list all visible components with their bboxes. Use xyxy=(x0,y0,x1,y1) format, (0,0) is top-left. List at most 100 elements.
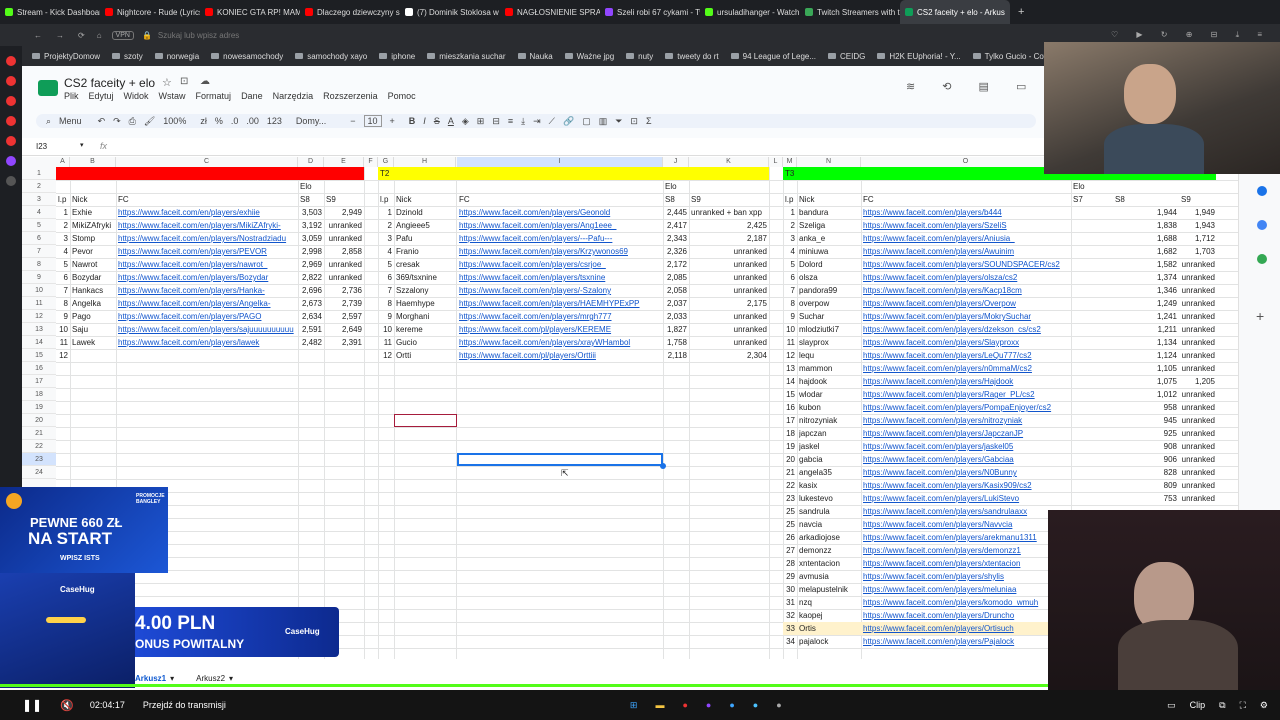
elo-s9[interactable]: unranked xyxy=(1181,440,1215,453)
column-header[interactable]: I xyxy=(457,157,663,167)
row-index[interactable]: 22 xyxy=(785,479,795,492)
nick-cell[interactable]: arkadiojose xyxy=(799,531,859,544)
fill-handle[interactable] xyxy=(660,463,666,469)
browser-tab[interactable]: Nightcore - Rude (Lyrics) xyxy=(100,0,200,24)
faceit-link[interactable]: https://www.faceit.com/en/players/demonz… xyxy=(863,544,1069,557)
filter-icon[interactable]: ⏷ xyxy=(615,116,622,127)
elo-s9[interactable]: unranked xyxy=(326,232,362,245)
align-icon[interactable]: ≡ xyxy=(508,116,513,126)
wrap-icon[interactable]: ⇥ xyxy=(533,116,541,127)
header-fc[interactable]: FC xyxy=(863,193,1069,206)
nick-cell[interactable]: kaopej xyxy=(799,609,859,622)
row-header[interactable]: 7 xyxy=(22,245,56,258)
nick-cell[interactable]: Franio xyxy=(396,245,454,258)
elo-s9[interactable]: unranked xyxy=(1181,388,1215,401)
paint-format-icon[interactable]: 🖌 xyxy=(144,116,155,127)
faceit-link[interactable]: https://www.faceit.com/en/players/exhiie xyxy=(118,206,296,219)
faceit-link[interactable]: https://www.faceit.com/en/players/N0Bunn… xyxy=(863,466,1069,479)
row-header[interactable]: 3 xyxy=(22,193,56,206)
nick-cell[interactable]: slayprox xyxy=(799,336,859,349)
strike-button[interactable]: S xyxy=(434,116,440,126)
sidebar-icon-5[interactable] xyxy=(6,136,16,146)
row-index[interactable]: 5 xyxy=(785,258,795,271)
sidebar-icon-4[interactable] xyxy=(6,116,16,126)
fullscreen-icon[interactable]: ⛶ xyxy=(1240,700,1246,711)
nick-cell[interactable]: japczan xyxy=(799,427,859,440)
faceit-link[interactable]: https://www.faceit.com/en/players/olsza/… xyxy=(863,271,1069,284)
row-header[interactable]: 16 xyxy=(22,362,56,375)
row-index[interactable]: 19 xyxy=(785,440,795,453)
row-index[interactable]: 9 xyxy=(785,310,795,323)
sheets-logo-icon[interactable] xyxy=(38,80,58,96)
column-header[interactable]: C xyxy=(116,157,298,167)
functions-icon[interactable]: Σ xyxy=(646,116,652,126)
header-lp[interactable]: l.p xyxy=(785,193,795,206)
nick-cell[interactable]: anka_e xyxy=(799,232,859,245)
sidebar-icon-2[interactable] xyxy=(6,76,16,86)
faceit-link[interactable]: https://www.faceit.com/en/players/PompaE… xyxy=(863,401,1069,414)
faceit-link[interactable]: https://www.faceit.com/en/players/HAEMHY… xyxy=(459,297,661,310)
elo-s8[interactable]: 1,241 xyxy=(1115,310,1177,323)
row-index[interactable]: 2 xyxy=(58,219,68,232)
explorer-icon[interactable]: ▬ xyxy=(655,700,664,710)
row-header[interactable]: 13 xyxy=(22,323,56,336)
row-index[interactable]: 12 xyxy=(58,349,68,362)
elo-s9[interactable]: unranked xyxy=(1181,349,1215,362)
faceit-link[interactable]: https://www.faceit.com/en/players/PEVOR xyxy=(118,245,296,258)
elo-s9[interactable]: unranked xyxy=(1181,414,1215,427)
elo-s8[interactable]: 809 xyxy=(1115,479,1177,492)
elo-s8[interactable]: 2,822 xyxy=(300,271,322,284)
menu-item[interactable]: Rozszerzenia xyxy=(323,91,378,101)
bookmark-item[interactable]: nuty xyxy=(626,52,653,61)
nick-cell[interactable]: Saju xyxy=(72,323,114,336)
faceit-link[interactable]: https://www.faceit.com/en/players/Kacp18… xyxy=(863,284,1069,297)
elo-s9[interactable]: unranked xyxy=(1181,427,1215,440)
faceit-link[interactable]: https://www.faceit.com/en/players/xrayWH… xyxy=(459,336,661,349)
row-index[interactable]: 6 xyxy=(785,271,795,284)
row-header[interactable]: 19 xyxy=(22,401,56,414)
bookmark-item[interactable]: Ważne jpg xyxy=(564,52,614,61)
faceit-link[interactable]: https://www.faceit.com/en/players/---Paf… xyxy=(459,232,661,245)
italic-button[interactable]: I xyxy=(423,116,426,126)
row-index[interactable]: 9 xyxy=(58,310,68,323)
nick-cell[interactable]: 369/tsxnine xyxy=(396,271,454,284)
row-index[interactable]: 16 xyxy=(785,401,795,414)
header-fc[interactable]: FC xyxy=(118,193,296,206)
elo-s8[interactable]: 2,033 xyxy=(665,310,687,323)
row-header[interactable]: 5 xyxy=(22,219,56,232)
faceit-link[interactable]: https://www.faceit.com/en/players/Hanka- xyxy=(118,284,296,297)
column-header[interactable]: G xyxy=(378,157,394,167)
row-index[interactable]: 14 xyxy=(785,375,795,388)
nick-cell[interactable]: hajdook xyxy=(799,375,859,388)
nick-cell[interactable]: cresak xyxy=(396,258,454,271)
faceit-link[interactable]: https://www.faceit.com/en/players/Overpo… xyxy=(863,297,1069,310)
elo-s8[interactable]: 925 xyxy=(1115,427,1177,440)
faceit-link[interactable]: https://www.faceit.com/en/players/tsxnin… xyxy=(459,271,661,284)
cell-highlight-box[interactable] xyxy=(394,414,457,427)
column-header[interactable]: D xyxy=(298,157,324,167)
contacts-icon[interactable] xyxy=(1257,220,1267,230)
elo-s9[interactable]: unranked xyxy=(691,310,767,323)
row-index[interactable]: 8 xyxy=(380,297,392,310)
nick-cell[interactable]: avmusia xyxy=(799,570,859,583)
row-index[interactable]: 6 xyxy=(380,271,392,284)
back-icon[interactable]: ← xyxy=(34,31,42,40)
row-index[interactable]: 8 xyxy=(58,297,68,310)
row-index[interactable]: 7 xyxy=(785,284,795,297)
valign-icon[interactable]: ⤓ xyxy=(521,116,525,127)
row-header[interactable]: 2 xyxy=(22,180,56,193)
browser-tab[interactable]: Twitch Streamers with th xyxy=(800,0,900,24)
bold-button[interactable]: B xyxy=(409,116,416,126)
elo-s9[interactable]: 2,949 xyxy=(326,206,362,219)
faceit-link[interactable]: https://www.faceit.com/en/players/sajuuu… xyxy=(118,323,296,336)
elo-s8[interactable]: 3,192 xyxy=(300,219,322,232)
elo-s8[interactable]: 1,944 xyxy=(1115,206,1177,219)
header-s8[interactable]: S8 xyxy=(665,193,687,206)
faceit-link[interactable]: https://www.faceit.com/en/players/sandru… xyxy=(863,505,1069,518)
row-header[interactable]: 15 xyxy=(22,349,56,362)
nick-cell[interactable]: pajalock xyxy=(799,635,859,648)
fill-color-icon[interactable]: ◈ xyxy=(462,116,469,127)
decimal-less-button[interactable]: .0 xyxy=(231,116,239,126)
bookmark-item[interactable]: nowesamochody xyxy=(211,52,283,61)
bookmark-item[interactable]: CEIDG xyxy=(828,52,865,61)
